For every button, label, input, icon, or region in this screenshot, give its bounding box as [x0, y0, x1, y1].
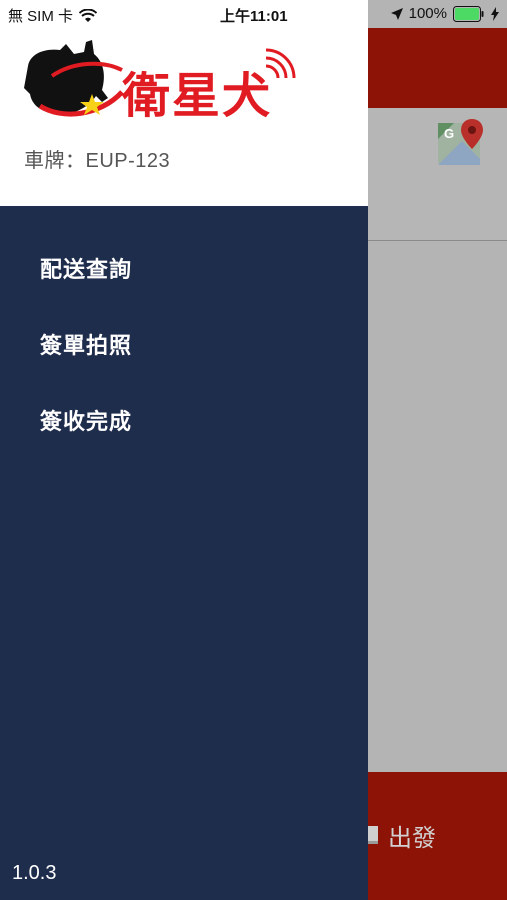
drawer-header: 衛星犬 車牌：EUP-123: [0, 0, 368, 206]
carrier-label: 無 SIM 卡: [8, 8, 74, 25]
menu-item-sign-photo[interactable]: 簽單拍照: [0, 308, 368, 384]
battery-percent: 100%: [408, 5, 447, 22]
status-bar: 無 SIM 卡 上午11:01 100%: [0, 0, 507, 28]
license-plate-label: 車牌：EUP-123: [24, 150, 171, 172]
status-time: 上午11:01: [220, 8, 288, 25]
app-version: 1.0.3: [12, 862, 57, 884]
svg-text:G: G: [444, 126, 454, 141]
wifi-icon: [79, 8, 98, 22]
depart-button[interactable]: 出發: [364, 810, 436, 860]
menu-item-delivery-query[interactable]: 配送查詢: [0, 232, 368, 308]
drawer-menu: 配送查詢 簽單拍照 簽收完成: [0, 232, 368, 460]
battery-icon: [453, 5, 484, 22]
google-maps-icon[interactable]: G: [436, 117, 486, 167]
charging-bolt-icon: [491, 6, 499, 21]
navigation-drawer: 衛星犬 車牌：EUP-123 配送查詢 簽單拍照 簽收完成 1.0.3: [0, 0, 368, 900]
logo-icon: 衛星犬: [24, 40, 296, 124]
menu-item-sign-complete[interactable]: 簽收完成: [0, 384, 368, 460]
location-arrow-icon: [390, 7, 403, 20]
depart-label: 出發: [388, 824, 436, 852]
svg-text:衛星犬: 衛星犬: [121, 68, 272, 124]
